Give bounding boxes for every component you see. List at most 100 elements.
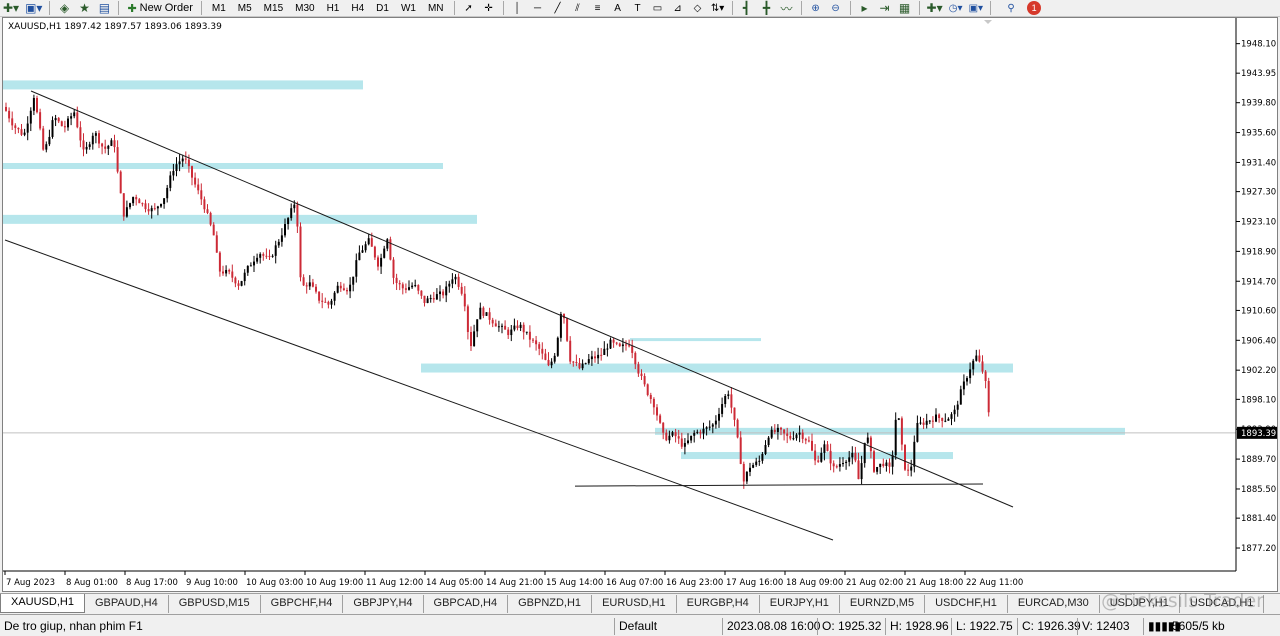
indicators-icon[interactable]: ✚▾ [924, 0, 946, 16]
equidistant-channel-icon[interactable]: ⫽ [568, 0, 588, 16]
watermark: @Tickssils Trader [1101, 590, 1264, 612]
bar-chart-icon[interactable]: ┫ [737, 0, 757, 16]
tab-eurjpy-h1[interactable]: EURJPY,H1 [760, 595, 840, 613]
candle-body [277, 241, 280, 246]
gann-icon[interactable]: ⊿ [668, 0, 688, 16]
candle-body [922, 422, 925, 425]
crosshair-icon[interactable]: ✛ [479, 0, 499, 16]
candle-body [966, 378, 968, 382]
toolbar-separator [502, 1, 504, 15]
time-tick-label: 8 Aug 17:00 [126, 578, 178, 588]
chart-window[interactable]: 1948.10 1943.95 1939.80 1935.60 1931.40 1927.… [2, 17, 1278, 592]
current-price-label: 1893.39 [1241, 429, 1276, 439]
timeframe-h4[interactable]: H4 [345, 0, 370, 16]
status-volume: V: 12403 [1077, 618, 1130, 635]
tab-eurnzd-m5[interactable]: EURNZD,M5 [840, 595, 926, 613]
price-tick-label: 1931.40 [1241, 158, 1276, 168]
line-chart-icon[interactable]: 〰 [777, 0, 797, 16]
candle-body [575, 362, 578, 364]
tab-eurusd-h1[interactable]: EURUSD,H1 [592, 595, 677, 613]
candle-body [26, 123, 29, 133]
timeframe-m1[interactable]: M1 [206, 0, 232, 16]
candle-body [510, 329, 513, 336]
toolbar: ✚▾ ▣▾ ◈ ★ ▤ ✚ New Order M1 M5 M15 M30 H1… [0, 0, 1280, 17]
tab-gbpaud-h4[interactable]: GBPAUD,H4 [85, 595, 169, 613]
text-label-icon[interactable]: T [628, 0, 648, 16]
timeframe-mn[interactable]: MN [422, 0, 450, 16]
candle-body [947, 418, 950, 421]
cursor-icon[interactable]: ➚ [459, 0, 479, 16]
candle-body [76, 112, 79, 128]
candle-body [150, 208, 153, 212]
shapes-icon[interactable]: ◇ [688, 0, 708, 16]
text-icon[interactable]: A [608, 0, 628, 16]
candle-body [913, 441, 916, 467]
timeframe-w1[interactable]: W1 [395, 0, 422, 16]
notification-badge[interactable]: 1 [1027, 1, 1042, 15]
candle-body [649, 394, 652, 399]
chart-tabs: XAUUSD,H1 GBPAUD,H4 GBPUSD,M15 GBPCHF,H4… [0, 593, 1280, 613]
navigator-icon[interactable]: ★ [74, 0, 94, 16]
auto-scroll-icon[interactable]: ⇥ [875, 0, 895, 16]
candle-body [904, 444, 906, 470]
trendline-icon[interactable]: ╱ [548, 0, 568, 16]
tile-windows-icon[interactable]: ▦ [895, 0, 915, 16]
candle-body [776, 427, 779, 432]
candle-body [535, 340, 538, 345]
candlestick-chart-icon[interactable]: ╋ [757, 0, 777, 16]
candle-body [417, 285, 420, 291]
zoom-out-icon[interactable]: ⊖ [826, 0, 846, 16]
tab-eurgbp-h4[interactable]: EURGBP,H4 [677, 595, 760, 613]
status-traffic: 5605/5 kb [1172, 619, 1225, 633]
candle-body [931, 420, 934, 422]
candle-body [305, 285, 308, 287]
timeframe-m15[interactable]: M15 [258, 0, 289, 16]
periods-icon[interactable]: ◷▾ [946, 0, 966, 16]
timeframe-h1[interactable]: H1 [321, 0, 346, 16]
candle-body [783, 429, 786, 434]
chart-shift-icon[interactable]: ▸ [855, 0, 875, 16]
tab-gbpjpy-h4[interactable]: GBPJPY,H4 [343, 595, 424, 613]
tab-usdchf-h1[interactable]: USDCHF,H1 [925, 595, 1008, 613]
candle-body [687, 440, 689, 444]
candle-body [693, 432, 696, 436]
candle-body [358, 252, 361, 261]
tab-gbpnzd-h1[interactable]: GBPNZD,H1 [508, 595, 593, 613]
profiles-icon[interactable]: ▣▾ [22, 0, 45, 16]
tab-xauusd-h1[interactable]: XAUUSD,H1 [0, 594, 85, 613]
candle-body [888, 462, 891, 467]
candle-body [147, 209, 150, 212]
candle-body [863, 442, 866, 464]
new-chart-icon[interactable]: ✚▾ [0, 0, 22, 16]
fibonacci-icon[interactable]: ≡ [588, 0, 608, 16]
rectangle-icon[interactable]: ▭ [648, 0, 668, 16]
candle-body [125, 207, 128, 217]
tab-eurcad-m30[interactable]: EURCAD,M30 [1008, 595, 1100, 613]
vertical-line-icon[interactable]: │ [508, 0, 528, 16]
candle-body [389, 239, 392, 260]
timeframe-m5[interactable]: M5 [232, 0, 258, 16]
price-chart[interactable]: 1948.10 1943.95 1939.80 1935.60 1931.40 1927.… [3, 18, 1277, 591]
candle-body [160, 204, 162, 207]
candle-body [380, 257, 383, 267]
candle-body [336, 285, 339, 293]
candle-body [460, 286, 463, 294]
arrows-icon[interactable]: ⇅▾ [708, 0, 728, 16]
candle-body [770, 429, 773, 438]
time-tick-label: 10 Aug 19:00 [306, 578, 363, 588]
templates-icon[interactable]: ▣▾ [966, 0, 986, 16]
new-order-button[interactable]: ✚ New Order [123, 0, 196, 16]
candle-body [773, 429, 776, 432]
tab-gbpcad-h4[interactable]: GBPCAD,H4 [424, 595, 509, 613]
candle-body [972, 360, 975, 370]
horizontal-line-icon[interactable]: ─ [528, 0, 548, 16]
timeframe-m30[interactable]: M30 [289, 0, 320, 16]
tab-gbpchf-h4[interactable]: GBPCHF,H4 [261, 595, 344, 613]
zoom-in-icon[interactable]: ⊕ [806, 0, 826, 16]
market-watch-icon[interactable]: ◈ [54, 0, 74, 16]
search-icon[interactable]: ⚲ [1001, 0, 1021, 16]
timeframe-d1[interactable]: D1 [370, 0, 395, 16]
terminal-icon[interactable]: ▤ [94, 0, 114, 16]
candle-body [578, 362, 581, 369]
tab-gbpusd-m15[interactable]: GBPUSD,M15 [169, 595, 261, 613]
